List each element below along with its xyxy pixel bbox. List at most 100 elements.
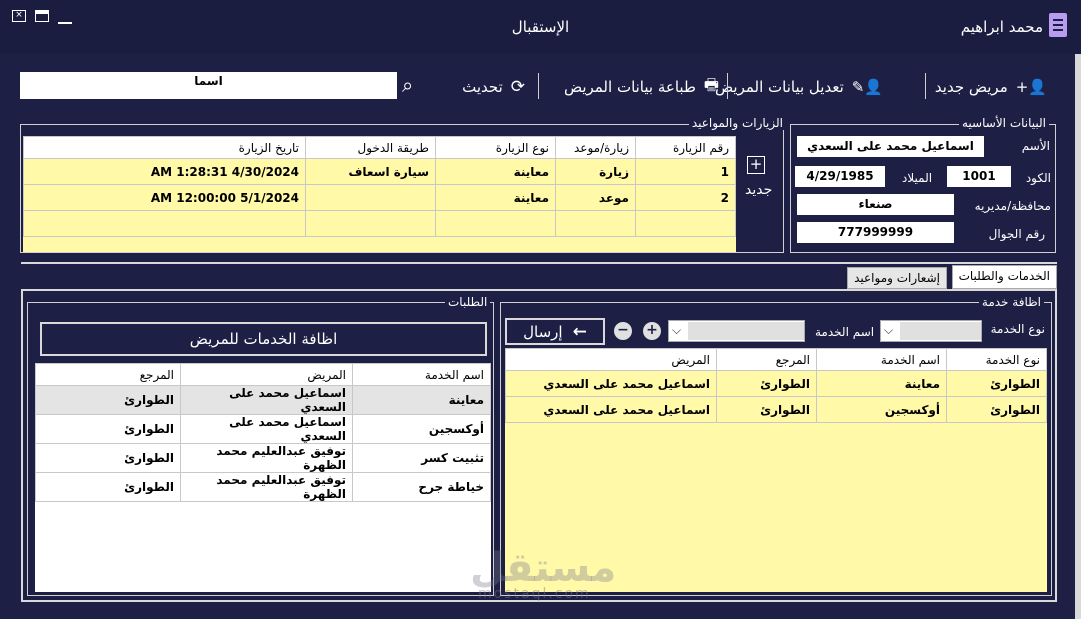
- select-value: [688, 322, 804, 340]
- visits-col-header[interactable]: تاريخ الزيارة: [23, 136, 306, 159]
- patient-name-field[interactable]: اسماعيل محمد على السعدي: [797, 136, 984, 157]
- entry-method: سيارة اسعاف: [305, 158, 436, 185]
- print-patient-label: طباعة بيانات المريض: [563, 78, 696, 96]
- service-name-cell: خياطة جرح: [352, 472, 491, 502]
- toolbar-separator: [925, 73, 926, 99]
- service-type-select[interactable]: ⌵: [880, 320, 982, 342]
- table-row[interactable]: الطوارئ معاينة الطوارئ اسماعيل محمد على …: [505, 370, 1047, 397]
- send-button[interactable]: إرسال ←: [505, 318, 605, 345]
- requests-legend: الطلبات: [445, 295, 491, 309]
- add-service-table: نوع الخدمة اسم الخدمة المرجع المريض الطو…: [505, 348, 1047, 423]
- printer-icon: 🖶: [703, 74, 719, 94]
- visits-col-header[interactable]: رقم الزيارة: [635, 136, 736, 159]
- table-row[interactable]: تثبيت كسر توفيق عبدالعليم محمد الظهرة ال…: [35, 443, 491, 473]
- service-col-header[interactable]: المريض: [505, 348, 717, 371]
- service-col-header[interactable]: نوع الخدمة: [946, 348, 1047, 371]
- table-row[interactable]: 1 زيارة معاينة سيارة اسعاف 4/30/2024 1:2…: [23, 158, 736, 185]
- table-row[interactable]: 2 موعد معاينة 5/1/2024 12:00:00 AM: [23, 184, 736, 211]
- phone-label: رقم الجوال: [988, 227, 1045, 241]
- watermark-logo: مستقل: [470, 545, 617, 591]
- table-row[interactable]: [23, 210, 736, 237]
- toolbar-separator: [538, 73, 539, 99]
- visit-type: معاينة: [435, 184, 556, 211]
- service-name-cell: أوكسجين: [816, 396, 947, 423]
- add-service-legend: اظافة خدمة: [978, 295, 1044, 309]
- add-user-icon: 👤+: [1015, 78, 1047, 96]
- reference-cell: الطوارئ: [716, 396, 817, 423]
- new-patient-label: مريض جديد: [934, 78, 1008, 96]
- search-input[interactable]: اسما: [20, 72, 397, 99]
- receipt-icon: [1049, 13, 1067, 37]
- requests-col-header[interactable]: اسم الخدمة: [352, 363, 491, 386]
- minus-circle-icon[interactable]: −: [614, 322, 632, 340]
- visit-kind: زيارة: [555, 158, 636, 185]
- visits-legend: الزيارات والمواعيد: [688, 116, 786, 130]
- visits-col-header[interactable]: طريقة الدخول: [305, 136, 436, 159]
- patient-cell: اسماعيل محمد على السعدي: [505, 396, 717, 423]
- requests-table: اسم الخدمة المريض المرجع معاينة اسماعيل …: [35, 363, 491, 502]
- visits-table: رقم الزيارة زيارة/موعد نوع الزيارة طريقة…: [23, 136, 736, 237]
- add-visit-icon[interactable]: +: [747, 156, 765, 174]
- basic-data-legend: البيانات الأساسيه: [959, 116, 1049, 130]
- edit-patient-button[interactable]: 👤✎ تعديل بيانات المريض: [715, 74, 883, 100]
- patient-cell: اسماعيل محمد على السعدي: [180, 414, 353, 444]
- service-name-label: اسم الخدمة: [815, 325, 875, 339]
- print-patient-button[interactable]: 🖶 طباعة بيانات المريض: [564, 74, 719, 100]
- visit-number: 1: [635, 158, 736, 185]
- birth-label: الميلاد: [902, 171, 933, 185]
- code-field[interactable]: 1001: [947, 166, 1011, 187]
- visits-col-header[interactable]: زيارة/موعد: [555, 136, 636, 159]
- tab-notifications[interactable]: إشعارات ومواعيد: [847, 267, 947, 289]
- reference-cell: الطوارئ: [716, 370, 817, 397]
- service-type-cell: الطوارئ: [946, 370, 1047, 397]
- requests-col-header[interactable]: المريض: [180, 363, 353, 386]
- edit-patient-label: تعديل بيانات المريض: [715, 78, 844, 96]
- requests-col-header[interactable]: المرجع: [35, 363, 181, 386]
- window-title: الإستقبال: [511, 18, 570, 36]
- table-row[interactable]: خياطة جرح توفيق عبدالعليم محمد الظهرة ال…: [35, 472, 491, 502]
- table-row[interactable]: الطوارئ أوكسجين الطوارئ اسماعيل محمد على…: [505, 396, 1047, 423]
- patient-cell: اسماعيل محمد على السعدي: [180, 385, 353, 415]
- arrow-left-icon: ←: [572, 321, 587, 342]
- visit-date: 5/1/2024 12:00:00 AM: [23, 184, 306, 211]
- reference-cell: الطوارئ: [35, 385, 181, 415]
- refresh-icon: ⟳: [510, 77, 525, 97]
- tab-services[interactable]: الخدمات والطلبات: [951, 265, 1057, 289]
- phone-field[interactable]: 777999999: [797, 222, 954, 243]
- service-name-cell: معاينة: [816, 370, 947, 397]
- new-patient-button[interactable]: 👤+ مريض جديد: [935, 74, 1047, 100]
- patient-cell: توفيق عبدالعليم محمد الظهرة: [180, 443, 353, 473]
- patient-cell: اسماعيل محمد على السعدي: [505, 370, 717, 397]
- add-services-to-patient-button[interactable]: اظافة الخدمات للمريض: [40, 322, 487, 356]
- select-value: [900, 322, 981, 340]
- refresh-button[interactable]: ⟳ تحديث: [462, 74, 525, 100]
- send-label: إرسال: [523, 322, 563, 341]
- service-col-header[interactable]: المرجع: [716, 348, 817, 371]
- service-name-cell: أوكسجين: [352, 414, 491, 444]
- watermark-url: mostaql.com: [478, 586, 591, 602]
- tabs-divider: [21, 262, 1057, 264]
- patient-cell: توفيق عبدالعليم محمد الظهرة: [180, 472, 353, 502]
- scroll-strip: [1075, 54, 1081, 619]
- table-row[interactable]: أوكسجين اسماعيل محمد على السعدي الطوارئ: [35, 414, 491, 444]
- chevron-down-icon: ⌵: [672, 323, 682, 337]
- plus-circle-icon[interactable]: +: [643, 322, 661, 340]
- search-icon[interactable]: ⌕: [402, 73, 413, 97]
- code-label: الكود: [1025, 171, 1051, 185]
- visit-kind: موعد: [555, 184, 636, 211]
- visits-col-header[interactable]: نوع الزيارة: [435, 136, 556, 159]
- visit-number: 2: [635, 184, 736, 211]
- birth-date-field[interactable]: 4/29/1985: [795, 166, 885, 187]
- add-visit-label[interactable]: جديد: [745, 182, 772, 198]
- table-row[interactable]: معاينة اسماعيل محمد على السعدي الطوارئ: [35, 385, 491, 415]
- service-col-header[interactable]: اسم الخدمة: [816, 348, 947, 371]
- chevron-down-icon: ⌵: [884, 323, 894, 337]
- reference-cell: الطوارئ: [35, 472, 181, 502]
- name-label: الأسم: [1021, 139, 1050, 153]
- reference-cell: الطوارئ: [35, 443, 181, 473]
- service-name-cell: تثبيت كسر: [352, 443, 491, 473]
- governorate-label: محافظة/مديريه: [974, 199, 1051, 213]
- service-name-select[interactable]: ⌵: [668, 320, 805, 342]
- reference-cell: الطوارئ: [35, 414, 181, 444]
- governorate-field[interactable]: صنعاء: [797, 194, 954, 215]
